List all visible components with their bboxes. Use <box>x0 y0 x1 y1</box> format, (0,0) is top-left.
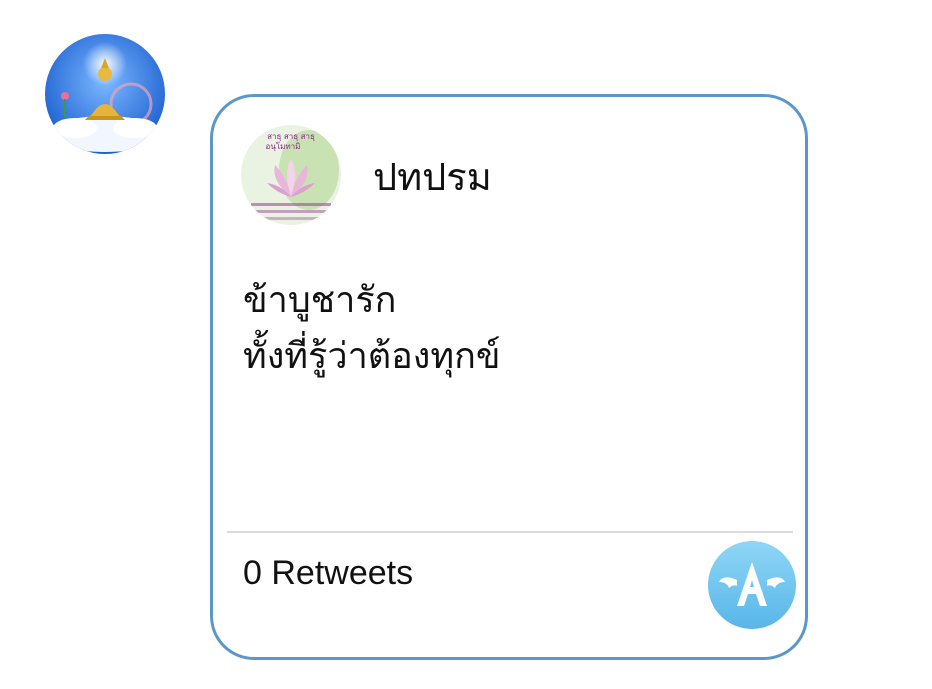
author-avatar[interactable]: สาธุ สาธุ สาธุ อนุโมทามิ <box>241 125 341 225</box>
tweet-text: ข้าบูชารัก ทั้งที่รู้ว่าต้องทุกข์ <box>243 273 783 385</box>
tweet-text-line-2: ทั้งที่รู้ว่าต้องทุกข์ <box>243 336 501 377</box>
tweet-text-line-1: ข้าบูชารัก <box>243 280 397 321</box>
tweet-card[interactable]: สาธุ สาธุ สาธุ อนุโมทามิ ปทปรม ข้าบูชารั… <box>210 94 808 660</box>
winged-a-app-icon <box>708 541 796 629</box>
buddha-avatar-icon <box>45 34 165 154</box>
retweets-count[interactable]: 0 Retweets <box>243 549 413 597</box>
avatar-caption-line1: สาธุ สาธุ สาธุ <box>267 132 315 141</box>
lotus-avatar-icon: สาธุ สาธุ สาธุ อนุโมทามิ <box>241 125 341 225</box>
sender-avatar[interactable] <box>45 34 165 154</box>
avatar-caption-line2: อนุโมทามิ <box>266 141 301 151</box>
app-badge[interactable] <box>707 540 797 630</box>
author-name[interactable]: ปทปรม <box>373 153 492 201</box>
card-divider <box>227 531 793 533</box>
